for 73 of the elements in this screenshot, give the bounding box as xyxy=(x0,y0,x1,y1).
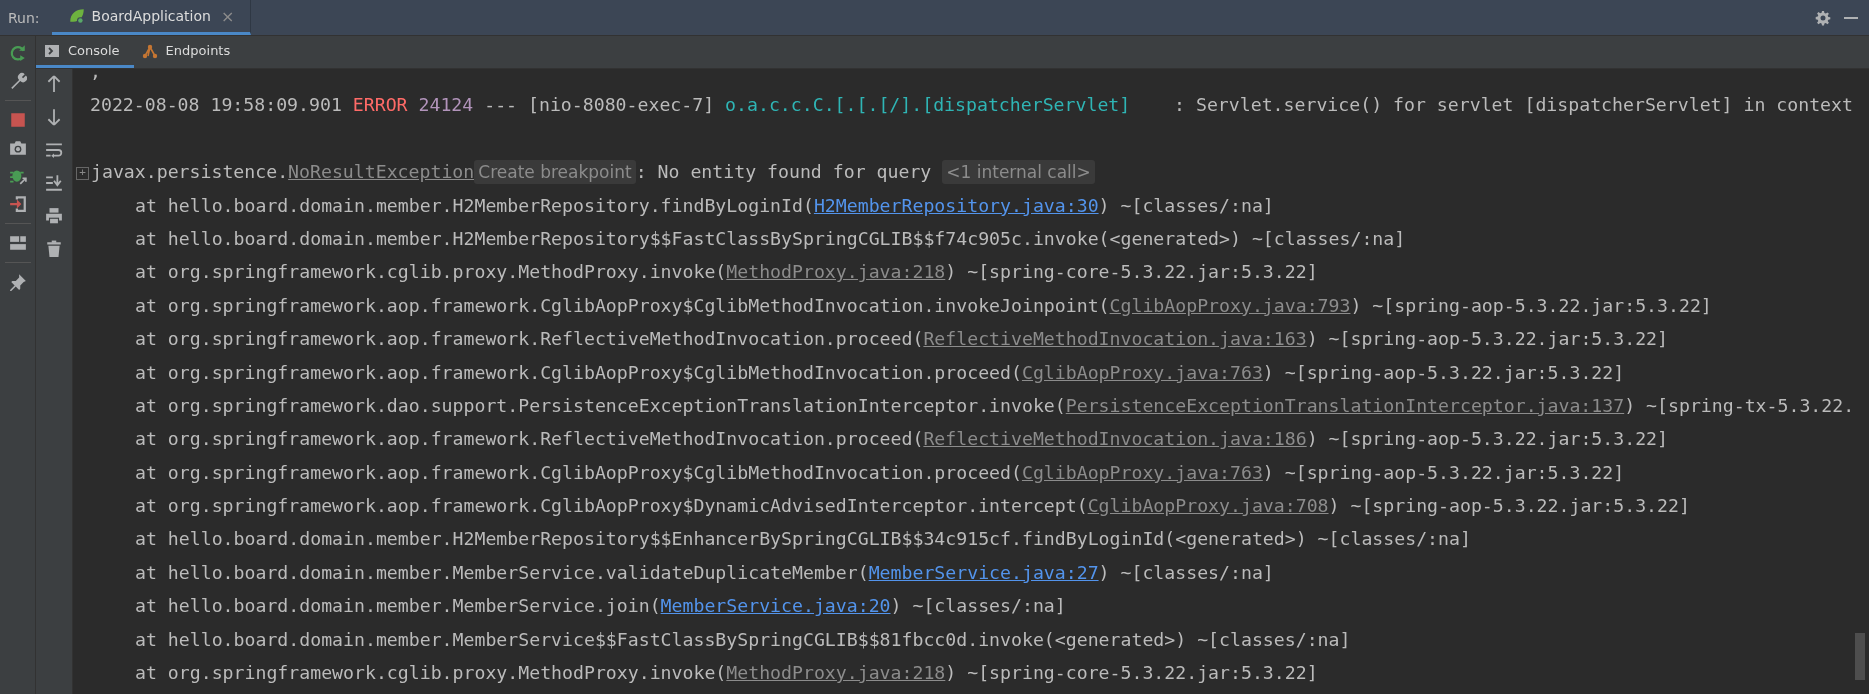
stack-frame-text: at hello.board.domain.member.H2MemberRepository$$FastClassBySpringCGLIB$$f74c905c.invoke(<generated>) ~[classes/:na] xyxy=(135,227,1406,249)
library-info: ) ~[spring-tx-5.3.22. xyxy=(1624,394,1855,416)
tab-label: BoardApplication xyxy=(91,8,211,24)
source-link[interactable]: ReflectiveMethodInvocation.java:186 xyxy=(923,428,1307,450)
exception-message: : No entity found for query xyxy=(635,161,933,183)
log-level: ERROR xyxy=(352,94,408,116)
source-link[interactable]: CglibAopProxy.java:708 xyxy=(1087,495,1329,517)
stack-frame-text: at hello.board.domain.member.MemberService.join( xyxy=(135,595,661,617)
spring-leaf-icon xyxy=(67,7,86,25)
stack-frame-text: at org.springframework.dao.support.PersistenceExceptionTranslationInterceptor.invoke( xyxy=(135,394,1066,416)
library-info: ) ~[spring-aop-5.3.22.jar:5.3.22] xyxy=(1306,328,1668,350)
source-link[interactable]: CglibAopProxy.java:763 xyxy=(1021,361,1263,383)
scroll-to-end-icon[interactable] xyxy=(45,174,63,192)
down-arrow-icon[interactable] xyxy=(45,108,63,126)
source-link[interactable]: MethodProxy.java:218 xyxy=(726,662,946,684)
library-info: ) ~[spring-aop-5.3.22.jar:5.3.22] xyxy=(1328,495,1690,517)
stack-frame-text: at org.springframework.aop.framework.CglibAopProxy$DynamicAdvisedInterceptor.intercept( xyxy=(135,495,1088,517)
trash-icon[interactable] xyxy=(45,240,63,258)
scrollbar-thumb[interactable] xyxy=(1855,633,1865,680)
create-breakpoint-link[interactable]: Create breakpoint xyxy=(474,160,636,185)
source-link[interactable]: ReflectiveMethodInvocation.java:163 xyxy=(923,328,1307,350)
library-info: ) ~[spring-aop-5.3.22.jar:5.3.22] xyxy=(1306,428,1668,450)
source-link[interactable]: CglibAopProxy.java:793 xyxy=(1109,294,1351,316)
folded-calls[interactable]: <1 internal call> xyxy=(942,160,1095,185)
process-id: 24124 xyxy=(418,94,474,116)
library-info: ) ~[classes/:na] xyxy=(1098,194,1274,216)
settings-icon[interactable] xyxy=(1815,9,1831,26)
up-arrow-icon[interactable] xyxy=(45,75,63,93)
library-info: ) ~[spring-aop-5.3.22.jar:5.3.22] xyxy=(1262,361,1625,383)
stack-frame-text: at org.springframework.aop.framework.CglibAopProxy$CglibMethodInvocation.proceed( xyxy=(135,461,1022,483)
logger-name: o.a.c.c.C.[.[.[/].[dispatcherServlet] xyxy=(725,94,1131,116)
endpoints-icon xyxy=(141,42,158,59)
rerun-icon[interactable] xyxy=(8,44,27,62)
library-info: ) ~[spring-aop-5.3.22.jar:5.3.22] xyxy=(1350,294,1712,316)
library-info: ) ~[spring-core-5.3.22.jar:5.3.22] xyxy=(945,662,1318,684)
console-icon xyxy=(44,42,60,59)
library-info: ) ~[classes/:na] xyxy=(1098,561,1274,583)
stack-frame-text: at hello.board.domain.member.MemberService.validateDuplicateMember( xyxy=(135,561,869,583)
stack-frame-text: at org.springframework.cglib.proxy.MethodProxy.invoke( xyxy=(135,662,727,684)
log-text: : Servlet.service() for servlet [dispatcherServlet] in context xyxy=(1173,94,1853,116)
source-link[interactable]: MemberService.java:27 xyxy=(868,561,1099,583)
camera-icon[interactable] xyxy=(8,139,27,157)
source-link[interactable]: CglibAopProxy.java:763 xyxy=(1021,461,1263,483)
source-link[interactable]: MemberService.java:20 xyxy=(660,595,891,617)
console-tab[interactable]: Endpoints xyxy=(133,36,245,68)
stop-icon[interactable] xyxy=(8,111,27,129)
log-text: --- [nio-8080-exec-7] xyxy=(483,94,716,116)
pin-icon[interactable] xyxy=(8,273,27,291)
close-icon[interactable]: × xyxy=(220,6,235,26)
print-icon[interactable] xyxy=(45,207,63,225)
stack-frame-text: at org.springframework.aop.framework.ReflectiveMethodInvocation.proceed( xyxy=(135,428,924,450)
stack-frame-text: at org.springframework.cglib.proxy.MethodProxy.invoke( xyxy=(135,261,727,283)
run-label: Run: xyxy=(7,9,41,26)
stack-frame-text: at hello.board.domain.member.MemberService$$FastClassBySpringCGLIB$$81fbcc0d.invoke(<generated>) ~[classes/:na] xyxy=(135,628,1351,650)
stack-frame-text: at org.springframework.aop.framework.ReflectiveMethodInvocation.proceed( xyxy=(135,328,924,350)
stack-frame-text: at org.springframework.aop.framework.CglibAopProxy$CglibMethodInvocation.invokeJoinpoint( xyxy=(135,294,1110,316)
library-info: ) ~[classes/:na] xyxy=(890,595,1066,617)
layout-icon[interactable] xyxy=(8,234,27,252)
log-text: 2022-08-08 19:58:09.901 xyxy=(90,94,343,116)
source-link[interactable]: MethodProxy.java:218 xyxy=(726,261,946,283)
bug-icon[interactable] xyxy=(8,167,27,185)
soft-wrap-icon[interactable] xyxy=(45,141,63,159)
stack-frame-text: at hello.board.domain.member.H2MemberRepository.findByLoginId( xyxy=(135,194,814,216)
exception-package: javax.persistence. xyxy=(91,161,289,183)
stack-frame-text: at org.springframework.aop.framework.CglibAopProxy$CglibMethodInvocation.proceed( xyxy=(135,361,1022,383)
source-link[interactable]: PersistenceExceptionTranslationInterceptor.java:137 xyxy=(1065,394,1625,416)
exception-class-link[interactable]: NoResultException xyxy=(288,161,475,183)
exit-icon[interactable] xyxy=(8,195,27,213)
library-info: ) ~[spring-core-5.3.22.jar:5.3.22] xyxy=(945,261,1318,283)
expand-icon[interactable]: + xyxy=(76,166,89,180)
source-link[interactable]: H2MemberRepository.java:30 xyxy=(813,194,1099,216)
library-info: ) ~[spring-aop-5.3.22.jar:5.3.22] xyxy=(1262,461,1625,483)
stack-frame-text: at hello.board.domain.member.H2MemberRepository$$EnhancerBySpringCGLIB$$34c915cf.findByLoginId(<generated>) ~[classes/:na] xyxy=(135,528,1471,550)
